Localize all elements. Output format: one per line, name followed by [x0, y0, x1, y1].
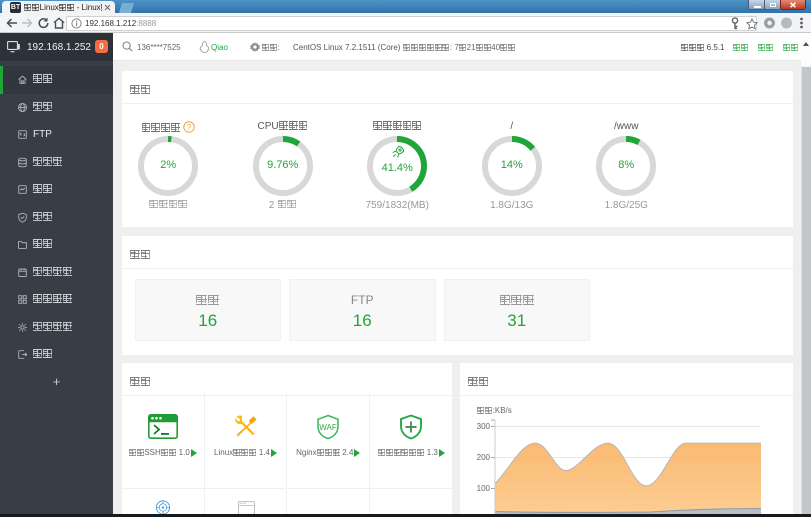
- svg-text:WAF: WAF: [320, 423, 338, 432]
- svg-text:?: ?: [187, 123, 192, 132]
